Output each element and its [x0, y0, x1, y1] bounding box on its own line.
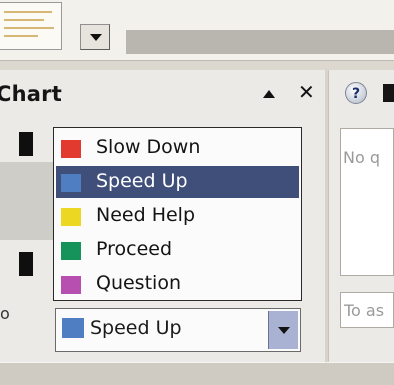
- question-input-placeholder: To as: [344, 301, 385, 320]
- close-icon[interactable]: ✕: [298, 82, 315, 102]
- option-proceed[interactable]: Proceed: [56, 234, 299, 266]
- option-label: Speed Up: [96, 170, 188, 192]
- option-need-help[interactable]: Need Help: [56, 200, 299, 232]
- row-marker: [19, 132, 33, 156]
- separator: [0, 60, 394, 70]
- color-swatch: [61, 174, 81, 192]
- combo-dropdown-button[interactable]: [268, 311, 298, 349]
- color-swatch: [62, 318, 84, 338]
- color-swatch: [61, 242, 81, 260]
- toolbar-bar: [126, 30, 394, 54]
- chevron-down-icon: [278, 327, 290, 334]
- row-marker: [19, 252, 33, 276]
- option-label: Need Help: [96, 204, 196, 226]
- help-icon[interactable]: ?: [345, 82, 367, 104]
- option-label: Proceed: [96, 238, 173, 260]
- option-slow-down[interactable]: Slow Down: [56, 132, 299, 164]
- question-list-placeholder: No q: [343, 148, 380, 167]
- status-dropdown-list: Slow Down Speed Up Need Help Proceed Que…: [53, 127, 302, 301]
- collapse-icon[interactable]: [263, 90, 275, 98]
- status-combo-box[interactable]: Speed Up: [55, 308, 301, 352]
- thumbnail-dropdown-button[interactable]: [80, 24, 110, 50]
- color-swatch: [61, 208, 81, 226]
- option-label: Question: [96, 272, 181, 294]
- row-divider: [0, 162, 56, 240]
- chevron-down-icon: [90, 34, 102, 41]
- color-swatch: [61, 276, 81, 294]
- left-stub-text: o: [0, 304, 10, 323]
- status-bar: [0, 362, 394, 385]
- toolbar-icon[interactable]: [383, 84, 394, 102]
- option-label: Slow Down: [96, 136, 201, 158]
- pane-title: Chart: [0, 82, 62, 106]
- color-swatch: [61, 140, 81, 158]
- option-question[interactable]: Question: [56, 268, 299, 300]
- slide-thumbnail[interactable]: [0, 2, 62, 50]
- combo-value: Speed Up: [90, 317, 182, 339]
- option-speed-up[interactable]: Speed Up: [56, 166, 299, 198]
